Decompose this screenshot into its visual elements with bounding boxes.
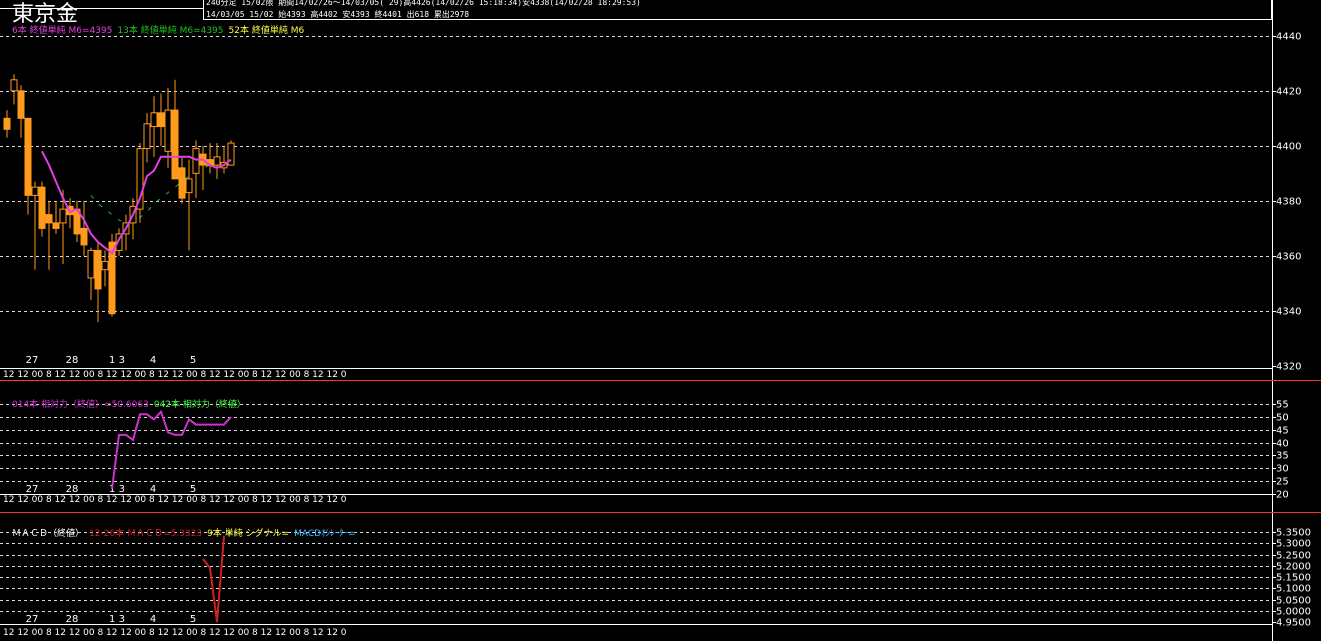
y-tick-label: 5.0500 xyxy=(1276,596,1311,607)
date-label: 27 xyxy=(26,355,39,366)
y-tick-label: 55 xyxy=(1276,400,1289,411)
y-tick-label: 50 xyxy=(1276,413,1289,424)
candle-body xyxy=(157,112,165,128)
candle-body xyxy=(87,249,95,279)
candle-body xyxy=(10,79,18,92)
legend-entry: 042本 相対力（終値） xyxy=(154,398,246,410)
candle-body xyxy=(17,90,25,119)
candle-body xyxy=(164,109,172,152)
y-tick-label: 45 xyxy=(1276,426,1289,437)
candle-body xyxy=(24,117,32,196)
legend-entry: 13本 終値単純 M6=4395 xyxy=(117,24,223,36)
date-label: 1 3 xyxy=(109,614,125,625)
y-tick-label: 4.9500 xyxy=(1276,618,1311,629)
macd-line xyxy=(202,535,225,623)
chart-stage: 東京金 240分足 15/02限 期間14/02/26～14/03/05( 29… xyxy=(0,0,1321,641)
candle-body xyxy=(59,208,67,224)
y-tick-label: 5.1500 xyxy=(1276,573,1311,584)
y-tick-label: 5.2000 xyxy=(1276,562,1311,573)
candle-body xyxy=(143,123,151,150)
y-tick-label: 4360 xyxy=(1276,252,1301,263)
y-tick-label: 4340 xyxy=(1276,307,1301,318)
legend-entry: 12-26本 ＭＡＣＤ=5.3323 xyxy=(89,527,202,539)
candle-body xyxy=(178,167,186,199)
candle-body xyxy=(31,186,39,196)
y-tick-label: 4440 xyxy=(1276,32,1301,43)
y-tick-label: 35 xyxy=(1276,451,1289,462)
y-tick-label: 4420 xyxy=(1276,87,1301,98)
legend-entry: 6本 終値単純 M6=4395 xyxy=(12,24,112,36)
candle-body xyxy=(150,112,158,128)
y-tick-label: 40 xyxy=(1276,439,1289,450)
y-tick-label: 4320 xyxy=(1276,362,1301,373)
date-label: 28 xyxy=(66,614,79,625)
date-label: 28 xyxy=(66,355,79,366)
candle-body xyxy=(38,186,46,229)
legend-entry: ＭＡＣＤ（終値） xyxy=(12,527,84,539)
date-label: 4 xyxy=(150,355,156,366)
time-labels: 12 12 00 8 12 12 00 8 12 12 00 8 12 12 0… xyxy=(3,495,347,505)
y-tick-label: 4400 xyxy=(1276,142,1301,153)
time-labels: 12 12 00 8 12 12 00 8 12 12 00 8 12 12 0… xyxy=(3,370,347,380)
y-tick-label: 25 xyxy=(1276,477,1289,488)
y-tick-label: 30 xyxy=(1276,464,1289,475)
y-tick-label: 5.1000 xyxy=(1276,584,1311,595)
candle-body xyxy=(185,178,193,194)
candle-body xyxy=(171,109,179,180)
y-tick-label: 20 xyxy=(1276,490,1289,501)
date-label: 4 xyxy=(150,614,156,625)
date-label: 27 xyxy=(26,484,39,495)
legend-entry: MACDｵｼﾚｰﾀｰ= xyxy=(294,528,356,539)
candle-body xyxy=(80,227,88,246)
date-label: 1 3 xyxy=(109,355,125,366)
date-label: 27 xyxy=(26,614,39,625)
y-tick-label: 5.2500 xyxy=(1276,551,1311,562)
legend-entry: 52本 終値単純 M6 xyxy=(229,24,305,36)
legend-entry: 014本 相対力（終値）=50.6063 xyxy=(12,398,149,410)
y-tick-label: 5.3500 xyxy=(1276,528,1311,539)
chart-svg: 432043404360438044004420444027 28 1 3 4 512 … xyxy=(0,0,1321,641)
date-label: 5 xyxy=(190,355,196,366)
candle-body xyxy=(213,156,221,166)
y-tick-label: 5.0000 xyxy=(1276,607,1311,618)
candle-body xyxy=(3,117,11,130)
time-labels: 12 12 00 8 12 12 00 8 12 12 00 8 12 12 0… xyxy=(3,628,347,638)
legend-entry: 9本 単純 シグナル= xyxy=(207,527,289,539)
candle-body xyxy=(52,222,60,229)
candle-body xyxy=(45,214,53,224)
candle-body xyxy=(192,148,200,174)
candle-body xyxy=(94,249,102,290)
rsi14-line xyxy=(111,409,232,490)
date-label: 5 xyxy=(190,484,196,495)
date-label: 5 xyxy=(190,614,196,625)
y-tick-label: 5.3000 xyxy=(1276,539,1311,550)
date-label: 4 xyxy=(150,484,156,495)
y-tick-label: 4380 xyxy=(1276,197,1301,208)
candle-body xyxy=(101,260,109,271)
date-label: 28 xyxy=(66,484,79,495)
